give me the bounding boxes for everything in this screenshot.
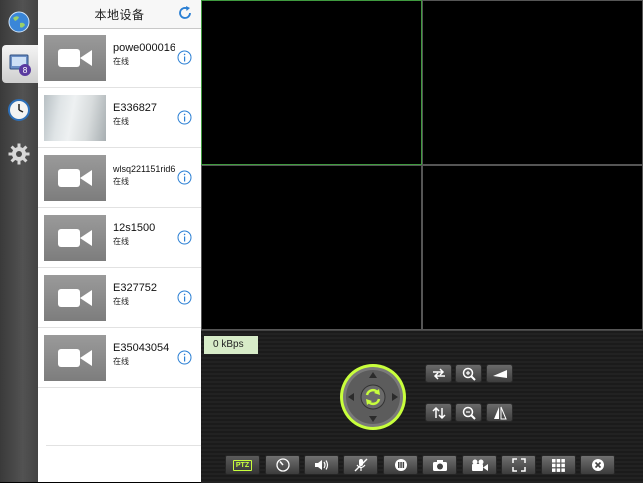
zoom-out-icon[interactable] [455,403,482,422]
device-status: 在线 [113,297,129,306]
divider [46,445,201,446]
device-status: 在线 [113,57,129,66]
device-name: powe000016 [113,42,175,54]
device-status: 在线 [113,237,129,246]
mic-off-icon[interactable] [343,455,378,475]
device-status: 在线 [113,117,129,126]
device-name: 12s1500 [113,222,156,234]
bitrate-readout: 0 kBps [204,336,258,354]
device-status: 在线 [113,177,129,186]
info-icon[interactable] [177,230,192,245]
list-item[interactable]: E35043054 在线 [38,328,201,388]
list-item[interactable]: wlsq221151rid6 在线 [38,148,201,208]
ptz-label: PTZ [232,459,253,471]
device-list-icon[interactable]: 8 [2,45,38,83]
device-name: wlsq221151rid6 [113,164,175,174]
info-icon[interactable] [177,290,192,305]
video-tile-4[interactable] [422,165,643,330]
close-icon[interactable] [580,455,615,475]
video-tile-2[interactable] [422,0,643,165]
ptz-button[interactable]: PTZ [225,455,260,475]
focus-far-icon[interactable] [486,364,513,383]
camera-thumbnail [44,335,106,381]
camera-thumbnail [44,155,106,201]
ptz-joystick[interactable] [339,363,407,431]
list-item[interactable]: 12s1500 在线 [38,208,201,268]
swap-horizontal-icon[interactable] [425,364,452,383]
video-tile-3[interactable] [201,165,422,330]
speed-gauge-icon[interactable] [265,455,300,475]
bottom-toolbar: PTZ [225,455,635,481]
list-item[interactable]: E327752 在线 [38,268,201,328]
device-status: 在线 [113,357,129,366]
device-name: E35043054 [113,342,170,354]
video-record-icon[interactable] [462,455,497,475]
gear-icon[interactable] [3,138,35,170]
globe-icon[interactable] [3,6,35,38]
camera-thumbnail [44,35,106,81]
video-tile-1[interactable] [201,0,422,165]
svg-text:8: 8 [22,66,27,75]
list-item[interactable]: powe000016 在线 [38,28,201,88]
device-list-panel: 本地设备 powe000016 在线 E336827 在线 wlsq221151… [38,0,202,482]
swap-vertical-icon[interactable] [425,403,452,422]
info-icon[interactable] [177,350,192,365]
camera-icon[interactable] [422,455,457,475]
device-name: E327752 [113,282,158,294]
info-icon[interactable] [177,110,192,125]
device-list-header: 本地设备 [38,0,201,29]
clock-icon[interactable] [3,94,35,126]
device-name: E336827 [113,102,158,114]
fullscreen-icon[interactable] [501,455,536,475]
grid-layout-icon[interactable] [541,455,576,475]
control-panel: 0 kBps PTZ [201,330,643,483]
list-item[interactable]: E336827 在线 [38,88,201,148]
focus-near-icon[interactable] [486,403,513,422]
snapshot-thumbnail [44,95,106,141]
sidebar-rail: 8 [0,0,39,482]
camera-thumbnail [44,215,106,261]
zoom-in-icon[interactable] [455,364,482,383]
info-icon[interactable] [177,50,192,65]
camera-thumbnail [44,275,106,321]
refresh-icon[interactable] [177,5,193,21]
speaker-icon[interactable] [304,455,339,475]
info-icon[interactable] [177,170,192,185]
video-grid [201,0,643,330]
timer-icon[interactable] [383,455,418,475]
